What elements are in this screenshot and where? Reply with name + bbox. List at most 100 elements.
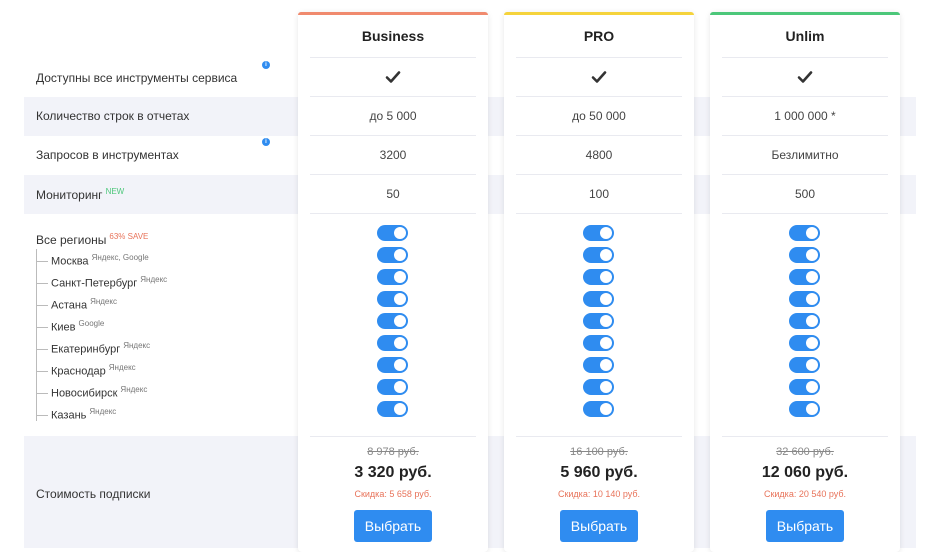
info-icon[interactable]: i [262,138,270,146]
region-label: Новосибирск Яндекс [36,385,147,400]
plan-price: 12 060 руб. [761,464,849,481]
divider [516,174,682,175]
region-toggle[interactable] [377,291,408,307]
region-toggle[interactable] [789,269,820,285]
toggle-knob [806,403,818,415]
region-label: Екатеринбург Яндекс [36,341,150,356]
select-plan-button[interactable]: Выбрать [560,510,638,542]
toggle-knob [806,337,818,349]
region-toggle[interactable] [377,379,408,395]
old-price: 8 978 руб. [367,446,419,458]
toggle-knob [600,315,612,327]
toggle-knob [394,403,406,415]
plan-column-unlim: Unlim 1 000 000 * Безлимитно 500 32 600 руб.… [710,12,900,552]
divider [310,57,476,58]
region-toggle[interactable] [789,401,820,417]
region-toggle[interactable] [583,291,614,307]
divider [722,174,888,175]
divider [722,436,888,437]
toggle-knob [806,249,818,261]
toggle-knob [806,293,818,305]
divider [722,135,888,136]
region-toggle[interactable] [377,401,408,417]
region-name: Казань [51,409,87,422]
toggle-knob [806,381,818,393]
toggle-knob [600,249,612,261]
tree-branch [36,327,48,329]
feature-price: Стоимость подписки [36,487,151,501]
region-toggle[interactable] [583,357,614,373]
region-label: Астана Яндекс [36,297,117,312]
region-toggle[interactable] [583,379,614,395]
region-toggle[interactable] [583,269,614,285]
region-source: Яндекс, Google [91,253,149,262]
region-toggle[interactable] [377,269,408,285]
old-price: 32 600 руб. [776,446,834,458]
region-name: Краснодар [51,365,106,378]
divider [516,135,682,136]
plan-monitoring-value: 500 [794,187,816,201]
plan-discount: Скидка: 5 658 руб. [354,489,432,499]
old-price: 16 100 руб. [570,446,628,458]
region-toggle[interactable] [583,247,614,263]
toggle-knob [600,359,612,371]
check-icon [796,68,814,86]
toggle-knob [806,227,818,239]
region-toggle[interactable] [377,313,408,329]
divider [310,135,476,136]
toggle-knob [806,315,818,327]
tree-branch [36,261,48,263]
region-toggle[interactable] [789,291,820,307]
region-toggle[interactable] [583,225,614,241]
region-toggle[interactable] [583,313,614,329]
tree-branch [36,305,48,307]
tree-branch [36,393,48,395]
toggle-knob [394,293,406,305]
region-toggle[interactable] [789,225,820,241]
region-toggle[interactable] [789,357,820,373]
region-toggle[interactable] [377,357,408,373]
region-name: Астана [51,299,88,312]
divider [516,436,682,437]
tree-branch [36,415,48,417]
region-toggle[interactable] [583,335,614,351]
region-toggle[interactable] [789,379,820,395]
divider [310,96,476,97]
toggle-knob [806,271,818,283]
region-toggle[interactable] [377,225,408,241]
toggle-knob [600,403,612,415]
region-toggle[interactable] [377,247,408,263]
tree-branch [36,283,48,285]
region-label: Санкт-Петербург Яндекс [36,275,167,290]
region-toggle[interactable] [583,401,614,417]
plan-price: 3 320 руб. [354,464,432,481]
region-label: Краснодар Яндекс [36,363,136,378]
info-icon[interactable]: i [262,61,270,69]
save-badge: 63% SAVE [109,232,149,241]
new-badge: NEW [105,187,125,196]
region-label: Казань Яндекс [36,407,116,422]
region-toggle[interactable] [789,247,820,263]
region-name: Санкт-Петербург [51,277,138,290]
plan-requests-value: 3200 [379,148,407,162]
plan-monitoring-value: 100 [588,187,610,201]
plan-accent-line [504,12,694,15]
region-source: Яндекс [108,363,136,372]
divider [516,57,682,58]
plan-accent-line [298,12,488,15]
toggle-knob [394,337,406,349]
toggle-knob [600,337,612,349]
region-toggle[interactable] [789,313,820,329]
region-source: Яндекс [140,275,168,284]
plan-title: Business [361,28,425,44]
toggle-knob [600,271,612,283]
toggle-knob [394,227,406,239]
select-plan-button[interactable]: Выбрать [766,510,844,542]
region-toggle[interactable] [377,335,408,351]
select-plan-button[interactable]: Выбрать [354,510,432,542]
region-label: Москва Яндекс, Google [36,253,149,268]
plan-monitoring-value: 50 [386,187,400,201]
divider [516,96,682,97]
region-toggle[interactable] [789,335,820,351]
divider [310,436,476,437]
